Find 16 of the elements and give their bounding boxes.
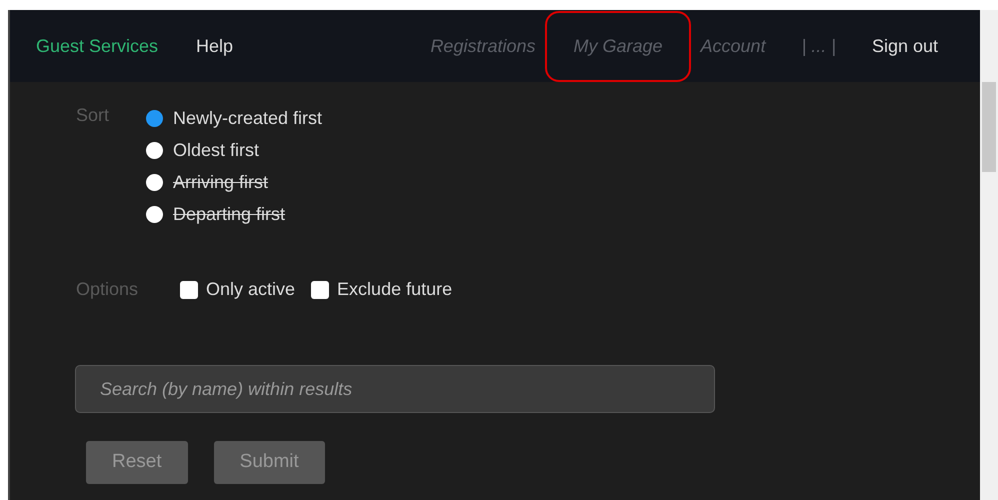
nav-link[interactable]: Help: [196, 26, 234, 66]
radio-label[interactable]: Newly-created first: [173, 102, 322, 134]
checkbox-label[interactable]: Only active: [206, 276, 296, 303]
options-label: Options: [76, 278, 140, 301]
radio-button[interactable]: [146, 110, 163, 126]
checkbox[interactable]: [311, 280, 330, 298]
sort-label: Sort: [76, 104, 110, 127]
scrollbar-thumb[interactable]: [982, 82, 996, 172]
scrollbar[interactable]: [980, 10, 998, 500]
radio-label[interactable]: Oldest first: [173, 134, 260, 166]
brand-link[interactable]: Guest Services: [36, 26, 158, 66]
checkbox[interactable]: [180, 280, 198, 298]
search-field[interactable]: Search (by name) within results: [75, 365, 715, 413]
checkbox-label[interactable]: Exclude future: [337, 276, 452, 303]
radio-button[interactable]: [146, 142, 163, 158]
nav-link[interactable]: Sign out: [872, 26, 938, 66]
